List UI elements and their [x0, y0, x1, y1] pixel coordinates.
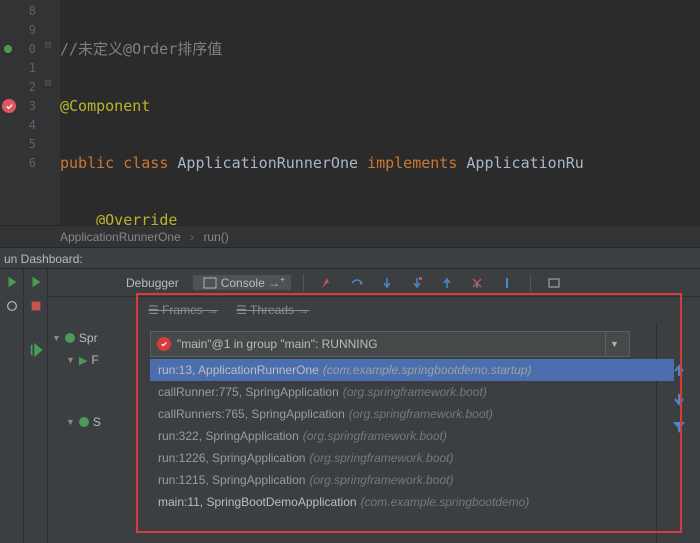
dashboard-content: ▼Spr ▼▶F ▼S "main"@1 in group "main": RU…	[48, 323, 700, 543]
frames-subtabs: ☰ Frames → ☰ Threads →	[48, 297, 700, 323]
tab-console[interactable]: Console →+	[193, 275, 291, 291]
tree-node-root[interactable]: ▼Spr	[48, 327, 136, 349]
stop-icon[interactable]	[29, 299, 43, 313]
breadcrumb-separator: ›	[190, 230, 194, 244]
run-gutter-icon[interactable]	[4, 45, 12, 53]
line-number: 8	[0, 2, 42, 21]
line-number: 2	[0, 78, 42, 97]
line-number: 1	[0, 59, 42, 78]
dropdown-arrow-icon[interactable]: ▼	[605, 333, 623, 355]
line-number: 4	[0, 116, 42, 135]
line-gutter: 8 9 0 1 2 3 4 5 6	[0, 0, 42, 225]
stack-frame[interactable]: run:1226, SpringApplication(org.springfr…	[150, 447, 674, 469]
frames-panel: "main"@1 in group "main": RUNNING ▼ run:…	[136, 323, 656, 543]
stack-frame[interactable]: run:322, SpringApplication(org.springfra…	[150, 425, 674, 447]
run-to-cursor-icon[interactable]	[500, 276, 514, 290]
fold-gutter: ⊟ ⊟	[42, 0, 60, 225]
drop-frame-icon[interactable]	[470, 276, 484, 290]
run-config-tree[interactable]: ▼Spr ▼▶F ▼S	[48, 323, 136, 543]
code-annotation: @Component	[60, 97, 150, 115]
line-number: 9	[0, 21, 42, 40]
settings-icon[interactable]	[5, 299, 19, 313]
run-dashboard-title: un Dashboard:	[0, 247, 700, 269]
stack-frame[interactable]: run:13, ApplicationRunnerOne(com.example…	[150, 359, 674, 381]
tree-node[interactable]: ▼▶F	[48, 349, 136, 371]
line-number: 0	[0, 40, 42, 59]
stack-frame[interactable]: callRunner:775, SpringApplication(org.sp…	[150, 381, 674, 403]
stack-frame[interactable]: callRunners:765, SpringApplication(org.s…	[150, 403, 674, 425]
stack-frame[interactable]: main:11, SpringBootDemoApplication(com.e…	[150, 491, 674, 513]
fold-icon[interactable]: ⊟	[45, 40, 51, 51]
toolbar-divider	[530, 274, 531, 292]
console-icon	[203, 276, 217, 290]
run-dashboard: Debugger Console →+ ☰ Frames → ☰ Threads…	[0, 269, 700, 543]
code-comment: //未定义@Order排序值	[60, 40, 222, 58]
call-stack[interactable]: run:13, ApplicationRunnerOne(com.example…	[150, 359, 674, 513]
debug-tabbar: Debugger Console →+	[48, 269, 700, 297]
breadcrumb-method[interactable]: run()	[203, 230, 228, 244]
breadcrumb-class[interactable]: ApplicationRunnerOne	[60, 230, 181, 244]
dashboard-toolbar-left2	[24, 269, 48, 543]
threads-tab[interactable]: ☰ Threads →	[236, 303, 309, 317]
run-status-icon	[65, 333, 75, 343]
show-execution-point-icon[interactable]	[320, 276, 334, 290]
evaluate-expression-icon[interactable]	[547, 276, 561, 290]
force-step-into-icon[interactable]	[410, 276, 424, 290]
line-number: 5	[0, 135, 42, 154]
step-over-icon[interactable]	[350, 276, 364, 290]
dashboard-main: Debugger Console →+ ☰ Frames → ☰ Threads…	[48, 269, 700, 543]
rerun-icon[interactable]	[29, 275, 43, 289]
tree-node[interactable]: ▼S	[48, 411, 136, 433]
breakpoint-icon[interactable]	[2, 99, 16, 113]
code-area[interactable]: //未定义@Order排序值 @Component public class A…	[60, 0, 700, 225]
frames-tab[interactable]: ☰ Frames →	[148, 303, 218, 317]
thread-status-icon	[157, 337, 171, 351]
breadcrumb[interactable]: ApplicationRunnerOne › run()	[0, 225, 700, 247]
step-into-icon[interactable]	[380, 276, 394, 290]
line-number: 3	[0, 97, 42, 116]
line-number: 6	[0, 154, 42, 173]
resume-icon[interactable]	[29, 343, 43, 357]
thread-selector-label: "main"@1 in group "main": RUNNING	[177, 337, 378, 351]
stack-frame[interactable]: run:1215, SpringApplication(org.springfr…	[150, 469, 674, 491]
run-status-icon	[79, 417, 89, 427]
dashboard-toolbar-left	[0, 269, 24, 543]
code-editor[interactable]: 8 9 0 1 2 3 4 5 6 ⊟ ⊟ //未定义@Order排序值 @Co…	[0, 0, 700, 225]
play-icon[interactable]	[5, 275, 19, 289]
fold-icon[interactable]: ⊟	[45, 78, 51, 89]
step-out-icon[interactable]	[440, 276, 454, 290]
play-icon: ▶	[79, 354, 87, 367]
thread-selector[interactable]: "main"@1 in group "main": RUNNING ▼	[150, 331, 630, 357]
toolbar-divider	[303, 274, 304, 292]
tab-debugger[interactable]: Debugger	[120, 276, 185, 290]
